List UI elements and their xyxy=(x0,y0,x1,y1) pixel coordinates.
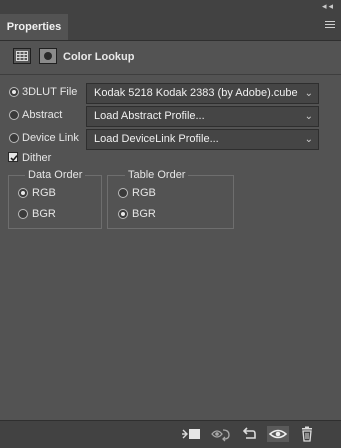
collapse-panel-icon[interactable]: ◂◂ xyxy=(322,1,335,12)
radio-device-link[interactable] xyxy=(9,133,19,143)
chevron-down-icon: ⌄ xyxy=(304,134,313,145)
3dlut-file-value: Kodak 5218 Kodak 2383 (by Adobe).cube xyxy=(94,87,298,99)
clip-to-layer-icon[interactable] xyxy=(181,426,201,442)
abstract-profile-dropdown[interactable]: Load Abstract Profile... ⌄ xyxy=(86,106,319,127)
table-order-bgr-radio[interactable] xyxy=(118,209,128,219)
radio-3dlut-file[interactable] xyxy=(9,87,19,97)
dither-checkbox[interactable] xyxy=(8,152,18,162)
panel-top-strip: ◂◂ xyxy=(0,0,341,14)
table-order-legend: Table Order xyxy=(125,169,189,181)
mask-icon[interactable] xyxy=(39,48,57,64)
panel-menu-icon[interactable] xyxy=(325,21,335,30)
data-order-rgb-radio[interactable] xyxy=(18,188,28,198)
3dlut-file-dropdown[interactable]: Kodak 5218 Kodak 2383 (by Adobe).cube ⌄ xyxy=(86,83,319,104)
adjustment-grid-icon[interactable] xyxy=(13,48,31,64)
chevron-down-icon: ⌄ xyxy=(304,111,313,122)
view-previous-state-icon[interactable] xyxy=(211,426,231,442)
data-order-legend: Data Order xyxy=(25,169,86,181)
table-order-rgb-radio[interactable] xyxy=(118,188,128,198)
properties-header: Color Lookup xyxy=(0,41,341,75)
panel-footer xyxy=(0,420,341,448)
chevron-down-icon: ⌄ xyxy=(304,88,313,99)
data-order-group: Data Order RGB BGR xyxy=(8,169,102,229)
label-abstract: Abstract xyxy=(22,109,63,121)
table-order-rgb-label: RGB xyxy=(132,187,156,199)
page-title: Color Lookup xyxy=(63,51,135,63)
dither-label: Dither xyxy=(22,152,52,164)
label-3dlut-file: 3DLUT File xyxy=(22,86,78,98)
tab-bar: Properties xyxy=(0,14,341,41)
radio-abstract[interactable] xyxy=(9,110,19,120)
table-order-group: Table Order RGB BGR xyxy=(107,169,234,229)
label-device-link: Device Link xyxy=(22,132,79,144)
tab-properties[interactable]: Properties xyxy=(0,14,68,40)
visibility-eye-icon[interactable] xyxy=(267,426,289,442)
abstract-profile-value: Load Abstract Profile... xyxy=(94,110,205,122)
devicelink-profile-value: Load DeviceLink Profile... xyxy=(94,133,219,145)
data-order-rgb-label: RGB xyxy=(32,187,56,199)
trash-icon[interactable] xyxy=(299,426,315,442)
data-order-bgr-label: BGR xyxy=(32,208,56,220)
data-order-bgr-radio[interactable] xyxy=(18,209,28,219)
reset-icon[interactable] xyxy=(241,426,257,442)
devicelink-profile-dropdown[interactable]: Load DeviceLink Profile... ⌄ xyxy=(86,129,319,150)
table-order-bgr-label: BGR xyxy=(132,208,156,220)
